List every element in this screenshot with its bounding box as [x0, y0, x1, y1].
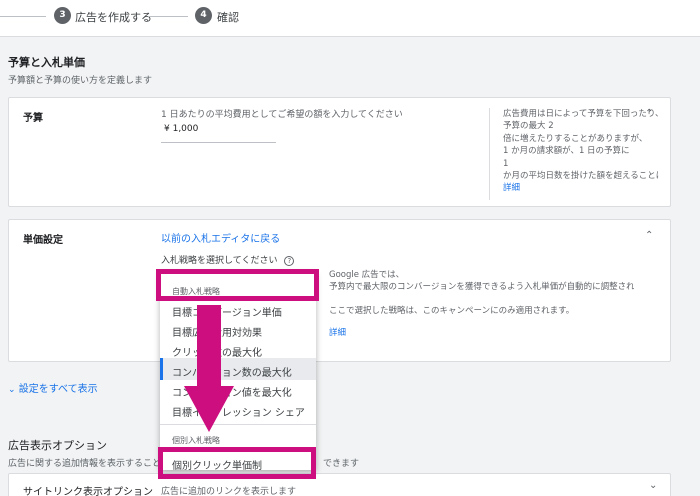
bid-help-line: ここで選択した戦略は、このキャンペーンにのみ適用されます。	[329, 306, 575, 316]
chevron-down-icon[interactable]: ⌄	[649, 480, 657, 491]
budget-section-title: 予算と入札単価	[8, 56, 85, 69]
bid-strategy-prompt: 入札戦略を選択してください ?	[161, 253, 295, 266]
sitelink-description: 広告に追加のリンクを表示します	[161, 487, 297, 496]
budget-prompt: 1 日あたりの平均費用としてご希望の額を入力してください	[161, 110, 403, 120]
bid-label: 単価設定	[23, 235, 63, 246]
budget-help-line: 倍に増えたりすることがありますが、	[503, 133, 648, 144]
step-3-number: 3	[54, 7, 71, 24]
highlight-box-manual-cpc	[158, 447, 316, 479]
budget-help-line: 予算の最大 2	[503, 121, 554, 132]
bid-help-line: Google 広告では、	[329, 270, 405, 280]
step-connector	[148, 16, 188, 17]
chevron-down-icon: ⌄	[8, 385, 16, 395]
stepper: 3 広告を作成する 4 確認	[0, 0, 700, 37]
show-all-settings-label: 設定をすべて表示	[18, 384, 98, 395]
ad-extensions-subtitle-right: できます	[323, 459, 360, 469]
budget-help-line: 広告費用は日によって予算を下回ったり、	[503, 109, 659, 119]
budget-help-link[interactable]: 詳細	[503, 182, 659, 194]
chevron-up-icon[interactable]: ⌃	[645, 108, 653, 119]
budget-amount-value: ¥ 1,000	[164, 124, 199, 134]
previous-bid-editor-link[interactable]: 以前の入札エディタに戻る	[161, 230, 280, 245]
step-4-label[interactable]: 確認	[217, 9, 239, 25]
annotation-arrow-head-icon	[184, 386, 234, 432]
sitelink-label: サイトリンク表示オプション	[23, 487, 153, 496]
step-3-label[interactable]: 広告を作成する	[75, 9, 152, 25]
budget-help-text: 広告費用は日によって予算を下回ったり、 予算の最大 2 倍に増えたりすることがあ…	[489, 108, 659, 200]
step-4-number: 4	[195, 7, 212, 24]
bid-strategy-prompt-text: 入札戦略を選択してください	[161, 256, 278, 266]
budget-help-line: か月の平均日数を掛けた額を超えることはありません	[503, 171, 659, 182]
manual-bid-strategies-header: 個別入札戦略	[172, 436, 220, 445]
sitelink-card[interactable]: サイトリンク表示オプション 広告に追加のリンクを表示します ⌄	[8, 473, 671, 496]
ad-extensions-subtitle-left: 広告に関する追加情報を表示することで	[8, 459, 170, 469]
bid-strategy-dropdown: 自動入札戦略 目標コンバージョン単価 目標広告費用対効果 クリック数の最大化 コ…	[160, 272, 316, 472]
highlight-box-auto-header	[156, 269, 319, 301]
bid-help-line	[329, 293, 634, 305]
budget-help-line: 1 か月の請求額が、1 日の予算に	[503, 146, 630, 157]
bid-help-line: 予算内で最大限のコンバージョンを獲得できるよう入札単価が自動的に調整されます	[329, 282, 634, 292]
chevron-up-icon[interactable]: ⌃	[645, 230, 653, 241]
ad-extensions-title: 広告表示オプション	[8, 439, 107, 452]
annotation-arrow-shaft	[197, 305, 221, 390]
show-all-settings-link[interactable]: ⌄ 設定をすべて表示	[8, 380, 98, 395]
bid-strategy-card: 単価設定 以前の入札エディタに戻る 入札戦略を選択してください ? Google…	[8, 219, 671, 362]
budget-label: 予算	[23, 113, 43, 124]
bid-help-text: Google 広告では、 予算内で最大限のコンバージョンを獲得できるよう入札単価…	[329, 269, 634, 339]
budget-help-line: 1	[503, 158, 509, 169]
step-connector	[0, 16, 46, 17]
dropdown-item-maximize-conversions[interactable]: コンバージョン数の最大化	[172, 364, 292, 379]
budget-amount-input[interactable]: ¥ 1,000	[161, 123, 276, 143]
budget-card: 予算 1 日あたりの平均費用としてご希望の額を入力してください ¥ 1,000 …	[8, 97, 671, 207]
bid-help-link[interactable]: 詳細	[329, 327, 634, 339]
help-circle-icon[interactable]: ?	[284, 256, 295, 266]
dropdown-item-target-cpa[interactable]: 目標コンバージョン単価	[172, 304, 282, 319]
budget-section-subtitle: 予算額と予算の使い方を定義します	[8, 76, 153, 86]
